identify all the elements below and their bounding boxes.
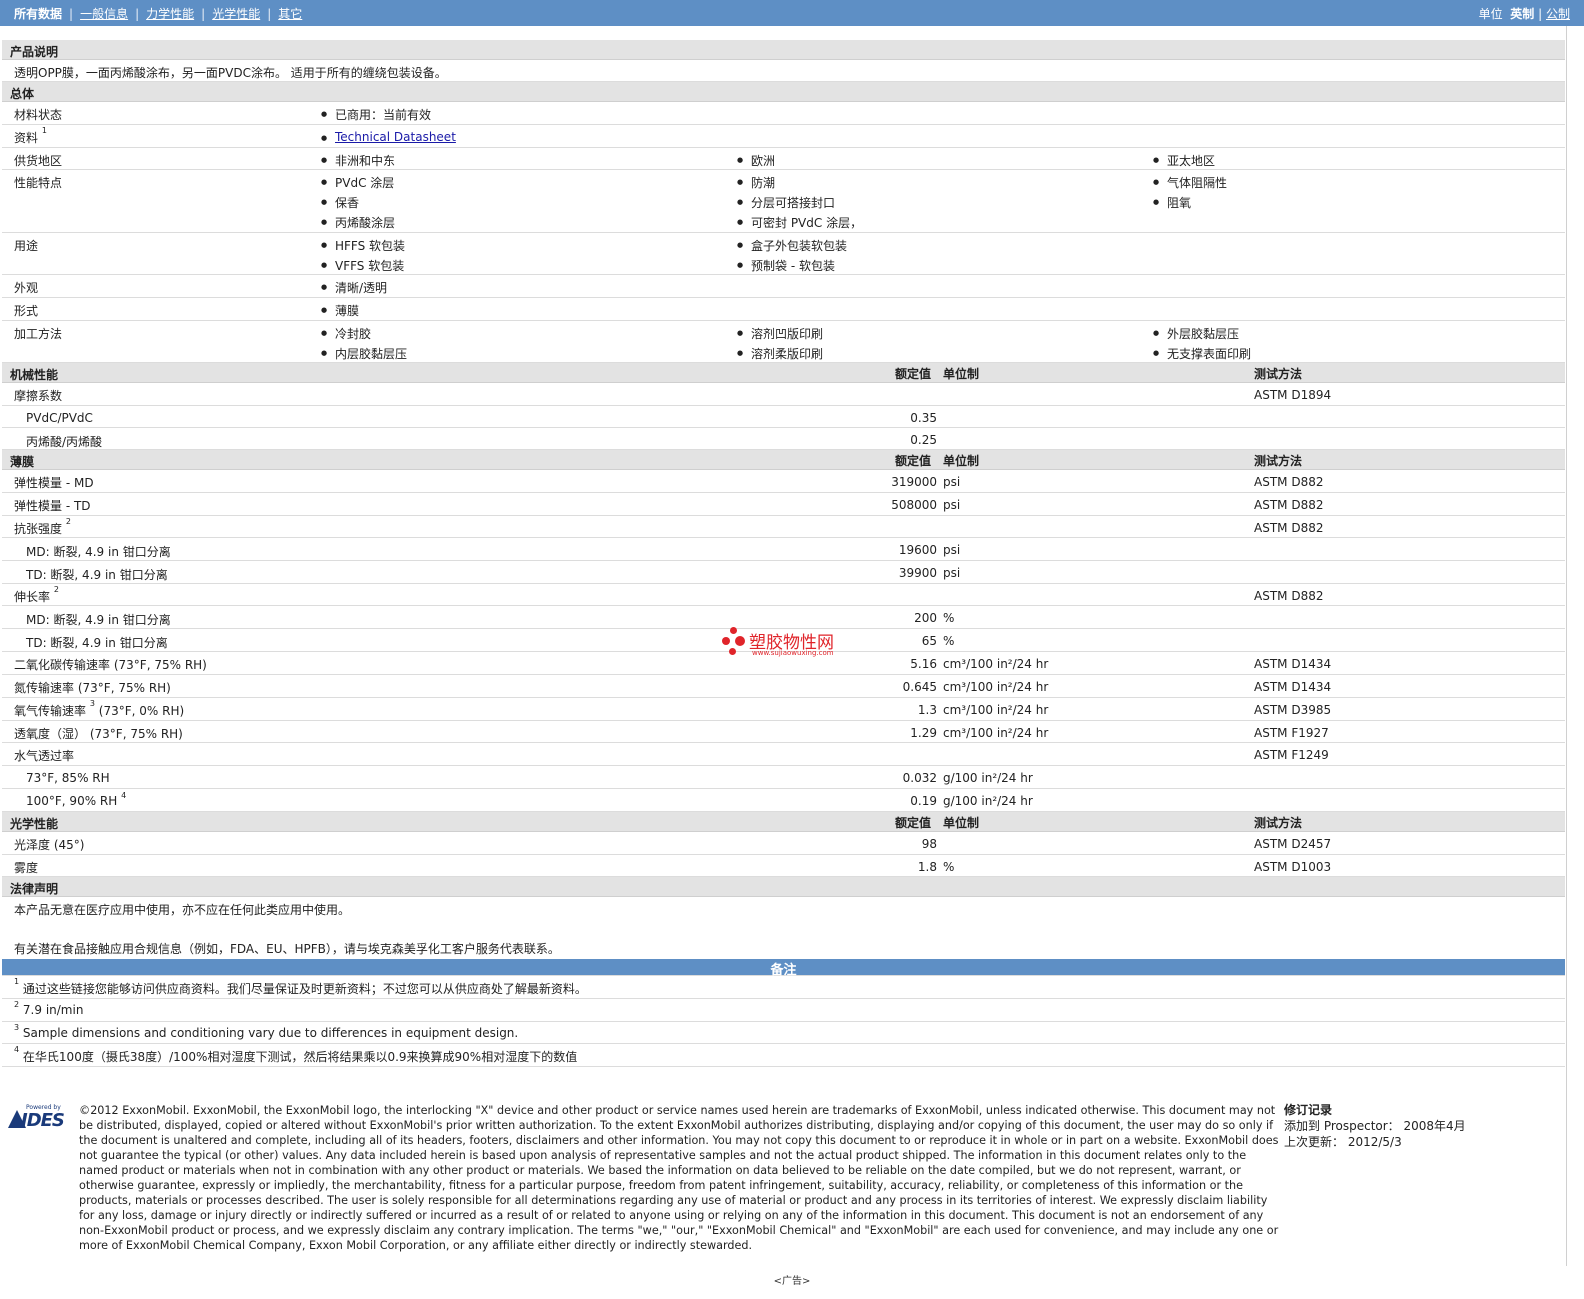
description-text: 透明OPP膜，一面丙烯酸涂布，另一面PVDC涂布。 适用于所有的缠绕包装设备。 — [14, 66, 447, 80]
row-modulus-td: 弹性模量 - TD 508000 psi ASTM D882 — [2, 493, 1565, 516]
row-tensile-td: TD: 断裂, 4.9 in 钳口分离 39900 psi — [2, 561, 1565, 584]
row-elongation: 伸长率 2 ASTM D882 — [2, 584, 1565, 606]
row-cof-acrylic: 丙烯酸/丙烯酸 0.25 — [2, 428, 1565, 450]
row-features: 性能特点 PVdC 涂层 防潮 气体阻隔性 保香 分层可搭接封口 阻氧 丙烯酸涂… — [2, 170, 1565, 233]
top-nav-bar: 所有数据 | 一般信息 | 力学性能 | 光学性能 | 其它 单位 英制 | 公制 — [0, 0, 1584, 26]
watermark-dot — [729, 648, 736, 655]
technical-datasheet-link[interactable]: Technical Datasheet — [321, 130, 456, 144]
row-form: 形式 薄膜 — [2, 298, 1565, 321]
footer: Powered by IDES ©2012 ExxonMobil. ExxonM… — [0, 1092, 1584, 1262]
note-3: 3 Sample dimensions and conditioning var… — [2, 1022, 1565, 1044]
tab-all-data[interactable]: 所有数据 — [14, 5, 62, 22]
section-description: 产品说明 — [2, 40, 1565, 60]
section-optical: 光学性能 额定值 单位制 测试方法 — [2, 812, 1565, 832]
row-haze: 雾度 1.8 % ASTM D1003 — [2, 855, 1565, 877]
row-processing: 加工方法 冷封胶 溶剂凹版印刷 外层胶黏层压 内层胶黏层压 溶剂柔版印刷 无支撑… — [2, 321, 1565, 363]
section-film: 薄膜 额定值 单位制 测试方法 — [2, 450, 1565, 470]
watermark-logo: 塑胶物性网 www.sujiaowuxing.com — [722, 626, 852, 660]
units-label: 单位 — [1478, 7, 1503, 21]
row-appearance: 外观 清晰/透明 — [2, 275, 1565, 298]
tab-nav: 所有数据 | 一般信息 | 力学性能 | 光学性能 | 其它 — [14, 5, 303, 22]
row-tensile: 抗张强度 2 ASTM D882 — [2, 516, 1565, 538]
revision-history: 修订记录 添加到 Prospector： 2008年4月 上次更新： 2012/… — [1284, 1103, 1466, 1149]
scrollbar[interactable] — [1566, 26, 1584, 1266]
section-general: 总体 — [2, 82, 1565, 102]
tab-mechanical[interactable]: 力学性能 — [146, 5, 194, 22]
legal-line-1: 本产品无意在医疗应用中使用，亦不应在任何此类应用中使用。 — [14, 903, 351, 917]
note-2: 2 7.9 in/min — [2, 999, 1565, 1022]
section-mechanical: 机械性能 额定值 单位制 测试方法 — [2, 363, 1565, 383]
tab-other[interactable]: 其它 — [278, 5, 302, 22]
note-4: 4 在华氏100度（摄氏38度）/100%相对湿度下测试，然后将结果乘以0.9来… — [2, 1044, 1565, 1067]
tab-general-info[interactable]: 一般信息 — [80, 5, 128, 22]
watermark-dot — [722, 637, 730, 645]
row-wvtr: 水气透过率 ASTM F1249 — [2, 743, 1565, 766]
watermark-url: www.sujiaowuxing.com — [752, 649, 834, 657]
copyright-text: ©2012 ExxonMobil. ExxonMobil, the ExxonM… — [79, 1104, 1279, 1252]
row-cof: 摩擦系数 ASTM D1894 — [2, 383, 1565, 406]
datasheet-table: 产品说明 透明OPP膜，一面丙烯酸涂布，另一面PVDC涂布。 适用于所有的缠绕包… — [2, 40, 1565, 1067]
row-tensile-md: MD: 断裂, 4.9 in 钳口分离 19600 psi — [2, 538, 1565, 561]
section-legal: 法律声明 — [2, 877, 1565, 897]
legal-line-2: 有关潜在食品接触应用合规信息（例如，FDA、EU、HPFB），请与埃克森美孚化工… — [14, 942, 560, 956]
units-metric[interactable]: 公制 — [1546, 7, 1570, 21]
row-regions: 供货地区 非洲和中东 欧洲 亚太地区 — [2, 148, 1565, 170]
page: 所有数据 | 一般信息 | 力学性能 | 光学性能 | 其它 单位 英制 | 公制 产品说明 透… — [0, 0, 1584, 1299]
row-modulus-md: 弹性模量 - MD 319000 psi ASTM D882 — [2, 470, 1565, 493]
row-wvtr-73: 73°F, 85% RH 0.032 g/100 in²/24 hr — [2, 766, 1565, 789]
ides-logo[interactable]: Powered by IDES — [8, 1104, 70, 1131]
row-material-status: 材料状态 已商用：当前有效 — [2, 102, 1565, 125]
row-o2: 氧气传输速率 3 (73°F, 0% RH) 1.3 cm³/100 in²/2… — [2, 698, 1565, 721]
description-row: 透明OPP膜，一面丙烯酸涂布，另一面PVDC涂布。 适用于所有的缠绕包装设备。 — [2, 60, 1565, 82]
row-cof-pvdc: PVdC/PVdC 0.35 — [2, 406, 1565, 428]
legal-block: 本产品无意在医疗应用中使用，亦不应在任何此类应用中使用。 有关潜在食品接触应用合… — [2, 897, 1565, 959]
tab-optical[interactable]: 光学性能 — [212, 5, 260, 22]
watermark-dot — [735, 636, 745, 646]
units-imperial[interactable]: 英制 — [1510, 7, 1534, 21]
row-gloss: 光泽度 (45°) 98 ASTM D2457 — [2, 832, 1565, 855]
row-wvtr-100: 100°F, 90% RH 4 0.19 g/100 in²/24 hr — [2, 789, 1565, 812]
ad-label[interactable]: <广告> — [0, 1272, 1584, 1287]
row-uses: 用途 HFFS 软包装 盒子外包装软包装 VFFS 软包装 预制袋 - 软包装 — [2, 233, 1565, 275]
row-n2: 氮传输速率 (73°F, 75% RH) 0.645 cm³/100 in²/2… — [2, 675, 1565, 698]
watermark-dot — [730, 627, 737, 634]
note-1: 1 通过这些链接您能够访问供应商资料。我们尽量保证及时更新资料；不过您可以从供应… — [2, 976, 1565, 999]
row-documents: 资料 1 Technical Datasheet — [2, 125, 1565, 148]
notes-header: 备注 — [2, 959, 1565, 978]
row-o2-wet: 透氧度（湿） (73°F, 75% RH) 1.29 cm³/100 in²/2… — [2, 721, 1565, 743]
unit-switcher: 单位 英制 | 公制 — [1478, 7, 1570, 21]
